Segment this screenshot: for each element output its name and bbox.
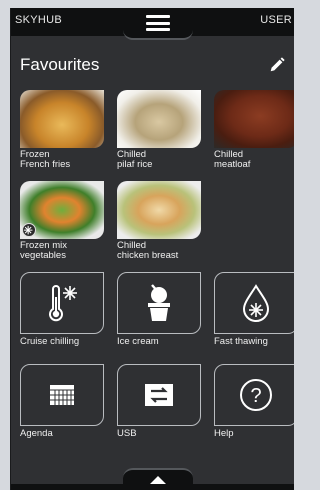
favourite-pilaf-rice[interactable]: Chilled pilaf rice	[117, 90, 201, 170]
help-button[interactable]: ? Help	[214, 364, 294, 439]
function-label: Cruise chilling	[20, 336, 80, 347]
favourite-meatloaf[interactable]: Chilled meatloaf	[214, 90, 294, 170]
tile-box: ?	[214, 364, 294, 426]
usb-button[interactable]: USB	[117, 364, 201, 439]
ice-cream-icon	[148, 284, 170, 321]
frozen-badge-icon	[22, 223, 36, 237]
app-frame: SKYHUB USER Favourites Frozen French fri…	[10, 8, 294, 490]
usb-transfer-icon	[145, 384, 173, 406]
menu-button[interactable]	[123, 8, 193, 40]
pilaf-rice-image	[117, 90, 201, 148]
function-label: Agenda	[20, 428, 53, 439]
favourite-mix-vegetables[interactable]: Frozen mix vegetables	[20, 181, 104, 261]
drop-snowflake-icon	[242, 284, 270, 322]
caption-line2: chicken breast	[117, 250, 179, 261]
function-label: Help	[214, 428, 234, 439]
function-label: Fast thawing	[214, 336, 268, 347]
meatloaf-image	[214, 90, 294, 148]
mix-vegetables-image	[20, 181, 104, 239]
skyhub-label[interactable]: SKYHUB	[15, 14, 62, 26]
pencil-icon[interactable]	[268, 56, 286, 74]
favourite-chicken-breast[interactable]: Chilled chicken breast	[117, 181, 201, 261]
user-label[interactable]: USER	[260, 14, 292, 26]
caption-line2: French fries	[20, 159, 71, 170]
caption-line2: vegetables	[20, 250, 66, 261]
function-label: USB	[117, 428, 137, 439]
caption-line2: pilaf rice	[117, 159, 153, 170]
calendar-icon	[50, 385, 74, 405]
favourites-title: Favourites	[20, 55, 100, 74]
chevron-up-icon	[150, 476, 166, 484]
help-glyph: ?	[250, 385, 261, 407]
cruise-chilling-button[interactable]: Cruise chilling	[20, 272, 104, 347]
tile-box	[117, 364, 201, 426]
french-fries-image	[20, 90, 104, 148]
tile-box	[117, 272, 201, 334]
favourite-french-fries[interactable]: Frozen French fries	[20, 90, 104, 170]
tile-box	[20, 272, 104, 334]
favourite-caption: Chilled meatloaf	[214, 150, 294, 170]
hamburger-icon	[146, 15, 170, 31]
agenda-button[interactable]: Agenda	[20, 364, 104, 439]
expand-button[interactable]	[123, 468, 193, 490]
tile-box	[20, 364, 104, 426]
caption-line2: meatloaf	[214, 159, 251, 170]
favourite-caption: Chilled chicken breast	[117, 241, 201, 261]
function-label: Ice cream	[117, 336, 159, 347]
ice-cream-button[interactable]: Ice cream	[117, 272, 201, 347]
tile-box	[214, 272, 294, 334]
favourite-caption: Frozen French fries	[20, 150, 104, 170]
chicken-breast-image	[117, 181, 201, 239]
help-icon: ?	[240, 379, 272, 411]
favourite-caption: Frozen mix vegetables	[20, 241, 104, 261]
favourite-caption: Chilled pilaf rice	[117, 150, 201, 170]
thermometer-snowflake-icon	[49, 285, 77, 322]
fast-thawing-button[interactable]: Fast thawing	[214, 272, 294, 347]
